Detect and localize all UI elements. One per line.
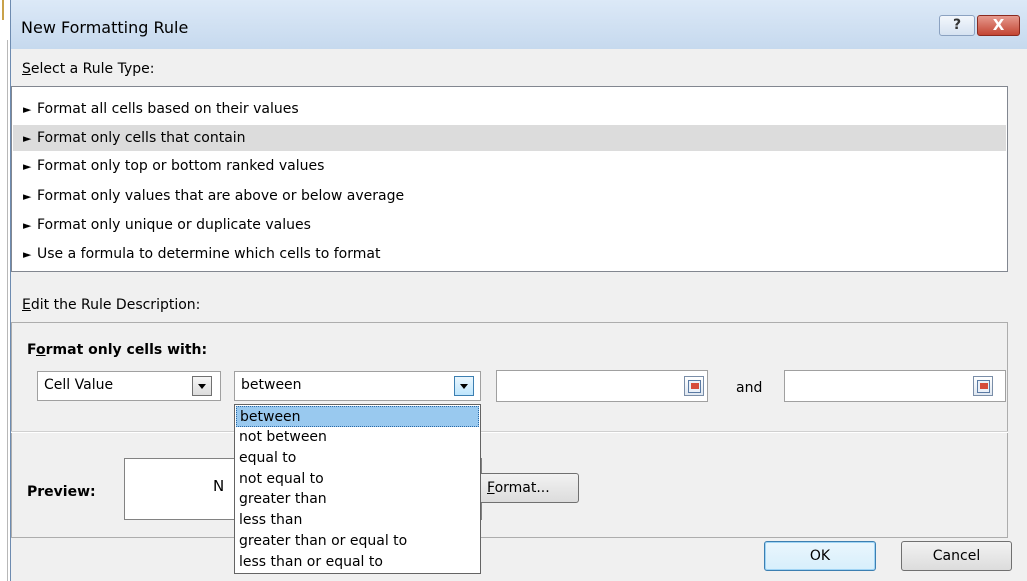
operator-option[interactable]: not equal to [236,469,479,490]
background-window-edge [0,0,10,581]
format-button[interactable]: Format... [476,473,579,503]
operator-option[interactable]: less than [236,510,479,531]
arrow-icon: ► [23,248,32,261]
rule-description-label: Edit the Rule Description: [22,297,201,313]
divider-highlight [11,432,1008,433]
close-button[interactable]: X [977,15,1020,36]
operator-option-selected[interactable]: between [236,406,479,427]
chevron-down-icon[interactable] [454,376,474,396]
rule-type-item[interactable]: ► Format only values that are above or be… [13,183,1006,209]
rule-type-item[interactable]: ► Use a formula to determine which cells … [13,241,1006,267]
dialog-title: New Formatting Rule [21,18,189,37]
background-border-line [7,40,8,581]
operator-option[interactable]: not between [236,427,479,448]
rule-type-list[interactable]: ► Format all cells based on their values … [11,86,1008,272]
range-select-icon[interactable] [684,376,704,396]
arrow-icon: ► [23,160,32,173]
rule-type-item-selected[interactable]: ► Format only cells that contain [13,125,1006,151]
operator-option[interactable]: less than or equal to [236,552,479,573]
operator-option[interactable]: greater than [236,489,479,510]
arrow-icon: ► [23,219,32,232]
format-only-cells-with-label: Format only cells with: [27,342,208,358]
operator-option[interactable]: greater than or equal to [236,531,479,552]
operator-combo[interactable]: between [234,371,481,401]
cell-value-combo[interactable]: Cell Value [37,371,221,401]
operator-option[interactable]: equal to [236,448,479,469]
title-bar[interactable]: New Formatting Rule ? X [11,0,1027,49]
help-button[interactable]: ? [939,15,975,36]
arrow-icon: ► [23,190,32,203]
chevron-down-icon[interactable] [192,376,212,396]
arrow-icon: ► [23,132,32,145]
and-label: and [736,380,763,396]
range-select-icon[interactable] [973,376,993,396]
preview-text: N [213,477,225,495]
rule-type-item[interactable]: ► Format only unique or duplicate values [13,212,1006,238]
value1-field[interactable] [496,370,708,402]
cancel-button[interactable]: Cancel [901,541,1012,571]
ok-button[interactable]: OK [764,541,876,571]
background-marker [2,0,4,20]
rule-type-item[interactable]: ► Format only top or bottom ranked values [13,153,1006,179]
rule-type-item[interactable]: ► Format all cells based on their values [13,96,1006,122]
value2-field[interactable] [784,370,1006,402]
rule-type-label: Select a Rule Type: [22,61,155,77]
preview-label: Preview: [27,484,96,500]
arrow-icon: ► [23,103,32,116]
operator-dropdown-list[interactable]: between not between equal to not equal t… [234,404,481,574]
